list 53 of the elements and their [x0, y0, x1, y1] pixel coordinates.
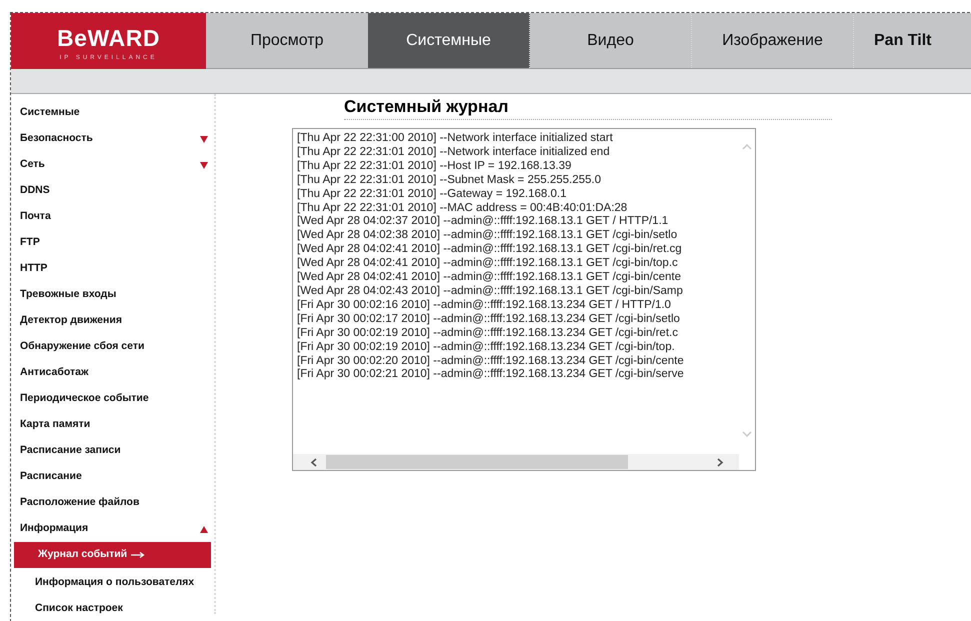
log-line: [Fri Apr 30 00:02:19 2010] --admin@::ffff:192.168.13.234 GET /cgi-bin/top.	[297, 340, 675, 354]
scroll-left-icon[interactable]	[310, 458, 317, 467]
log-line: [Fri Apr 30 00:02:19 2010] --admin@::ffff:192.168.13.234 GET /cgi-bin/ret.c	[297, 326, 678, 341]
log-line: [Wed Apr 28 04:02:41 2010] --admin@::ffff:192.168.13.1 GET /cgi-bin/top.c	[297, 257, 678, 272]
sidebar-subitem[interactable]: Журнал событий	[14, 542, 211, 568]
scroll-right-icon[interactable]	[717, 458, 724, 467]
sidebar-item[interactable]: Антисаботаж	[11, 360, 214, 386]
log-line: [Thu Apr 22 22:31:01 2010] --Host IP = 192.168.13.39	[297, 160, 572, 174]
sidebar-item[interactable]: Системные	[11, 100, 214, 126]
log-line: [Wed Apr 28 04:02:41 2010] --admin@::ffff:192.168.13.1 GET /cgi-bin/cente	[297, 271, 681, 285]
log-line: [Thu Apr 22 22:31:01 2010] --Network interface initialized end	[297, 146, 610, 160]
expand-arrow-icon[interactable]	[200, 162, 208, 168]
sidebar-item[interactable]: Тревожные входы	[11, 282, 214, 308]
sidebar-item[interactable]: Обнаружение сбоя сети	[11, 334, 214, 360]
sidebar-item[interactable]: Информация	[11, 516, 214, 542]
log-line: [Wed Apr 28 04:02:43 2010] --admin@::ffff:192.168.13.1 GET /cgi-bin/Samp	[297, 284, 683, 299]
arrow-right-icon	[131, 552, 146, 558]
log-line: [Wed Apr 28 04:02:37 2010] --admin@::ffff:192.168.13.1 GET / HTTP/1.1	[297, 215, 668, 230]
log-line: [Thu Apr 22 22:31:00 2010] --Network interface initialized start	[297, 132, 613, 146]
sidebar-subitem[interactable]: Информация о пользователях	[11, 570, 214, 596]
nav-tab[interactable]: Изображение	[692, 13, 854, 68]
log-line: [Wed Apr 28 04:02:38 2010] --admin@::ffff:192.168.13.1 GET /cgi-bin/setlo	[297, 229, 678, 244]
sidebar-subitem[interactable]: Список настроек	[11, 596, 214, 621]
horizontal-scrollbar[interactable]	[293, 454, 739, 470]
sidebar-item[interactable]: Расписание	[11, 464, 214, 490]
sidebar-item[interactable]: Детектор движения	[11, 308, 214, 334]
nav-tab[interactable]: Pan Tilt	[854, 13, 964, 68]
sidebar-item[interactable]: Расписание записи	[11, 438, 214, 464]
sidebar-item[interactable]: HTTP	[11, 256, 214, 282]
sidebar-item[interactable]: DDNS	[11, 178, 214, 204]
collapse-arrow-icon[interactable]	[200, 526, 208, 532]
log-line: [Fri Apr 30 00:02:17 2010] --admin@::ffff:192.168.13.234 GET /cgi-bin/setlo	[297, 312, 680, 327]
page-title: Системный журнал	[344, 97, 832, 120]
sidebar-item[interactable]: Расположение файлов	[11, 490, 214, 516]
nav-tab[interactable]: Видео	[530, 13, 692, 68]
log-line: [Thu Apr 22 22:31:01 2010] --Gateway = 192.168.0.1	[297, 188, 566, 202]
nav-tab[interactable]: Системные	[368, 13, 530, 68]
scrollbar-thumb[interactable]	[326, 455, 628, 469]
sidebar-item[interactable]: Безопасность	[11, 126, 214, 152]
log-line: [Fri Apr 30 00:02:16 2010] --admin@::ffff:192.168.13.234 GET / HTTP/1.0	[297, 298, 671, 313]
sidebar-item[interactable]: Сеть	[11, 152, 214, 178]
sidebar-item[interactable]: Почта	[11, 204, 214, 230]
log-line: [Fri Apr 30 00:02:20 2010] --admin@::ffff:192.168.13.234 GET /cgi-bin/cente	[297, 354, 684, 368]
logo-brand: BeWARD	[56, 27, 160, 50]
expand-arrow-icon[interactable]	[200, 136, 208, 142]
sidebar-item[interactable]: Периодическое событие	[11, 386, 214, 412]
log-line: [Wed Apr 28 04:02:41 2010] --admin@::ffff:192.168.13.1 GET /cgi-bin/ret.cg	[297, 243, 682, 258]
sidebar-item[interactable]: Карта памяти	[11, 412, 214, 438]
log-line: [Thu Apr 22 22:31:01 2010] --MAC address = 00:4B:40:01:DA:28	[297, 202, 628, 216]
nav-tab[interactable]: Просмотр	[206, 13, 368, 68]
sidebar-item[interactable]: FTP	[11, 230, 214, 256]
log-line: [Thu Apr 22 22:31:01 2010] --Subnet Mask = 255.255.255.0	[297, 174, 602, 188]
log-line: [Fri Apr 30 00:02:21 2010] --admin@::ffff:192.168.13.234 GET /cgi-bin/serve	[297, 368, 684, 382]
